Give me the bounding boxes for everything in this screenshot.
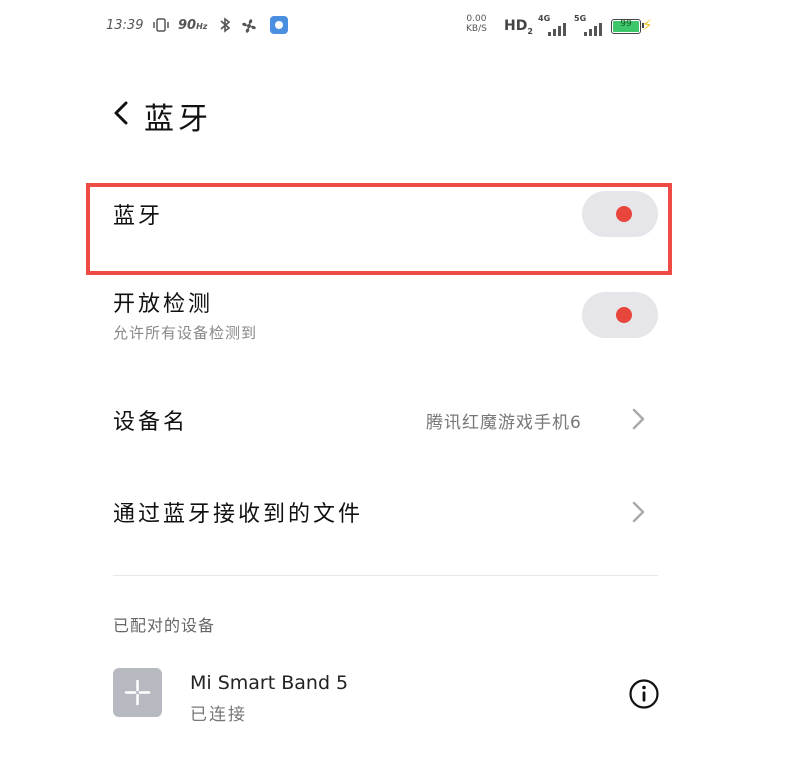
battery-icon: 99 (611, 19, 644, 34)
signal-bars-2-icon (584, 22, 604, 36)
paired-device-status: 已连接 (190, 705, 247, 725)
discoverable-label: 开放检测 (113, 292, 214, 317)
paired-devices-header: 已配对的设备 (113, 616, 216, 635)
device-name-row[interactable]: 设备名 腾讯红魔游戏手机6 (113, 396, 658, 446)
battery-level: 99 (620, 19, 632, 29)
info-icon (629, 679, 659, 709)
toggle-knob (616, 307, 632, 323)
bluetooth-status-icon (218, 17, 232, 37)
app-notification-icon (270, 16, 288, 34)
chevron-right-icon (631, 498, 647, 526)
bluetooth-row[interactable]: 蓝牙 (113, 186, 658, 270)
vibrate-icon (152, 17, 170, 37)
back-button[interactable] (108, 96, 138, 130)
status-time: 13:39 (106, 18, 144, 33)
smart-band-icon (113, 668, 162, 717)
discoverable-row[interactable]: 开放检测 允许所有设备检测到 (113, 280, 658, 360)
toggle-knob (616, 206, 632, 222)
signal-bars-1-icon (548, 22, 568, 36)
received-files-label: 通过蓝牙接收到的文件 (113, 502, 364, 527)
device-info-button[interactable] (628, 678, 660, 710)
discoverable-toggle[interactable] (582, 292, 658, 338)
bluetooth-label: 蓝牙 (113, 204, 164, 229)
refresh-rate: 90Hz (178, 18, 208, 33)
bluetooth-toggle[interactable] (582, 191, 658, 237)
device-name-value: 腾讯红魔游戏手机6 (426, 413, 582, 433)
discoverable-description: 允许所有设备检测到 (113, 324, 258, 342)
network-speed: 0.00 KB/S (466, 14, 487, 34)
device-name-label: 设备名 (113, 410, 189, 435)
fan-icon (240, 17, 258, 39)
chevron-right-icon (631, 405, 647, 433)
divider (113, 575, 658, 576)
received-files-row[interactable]: 通过蓝牙接收到的文件 (113, 490, 658, 540)
charging-icon: ⚡ (642, 16, 653, 34)
paired-device-name: Mi Smart Band 5 (190, 672, 349, 694)
hd-voice-indicator: HD2 (504, 18, 533, 36)
page-title: 蓝牙 (144, 102, 212, 137)
status-bar: 13:39 90Hz 0.00 KB/S HD2 4G 5G 99 ⚡ (0, 14, 792, 42)
